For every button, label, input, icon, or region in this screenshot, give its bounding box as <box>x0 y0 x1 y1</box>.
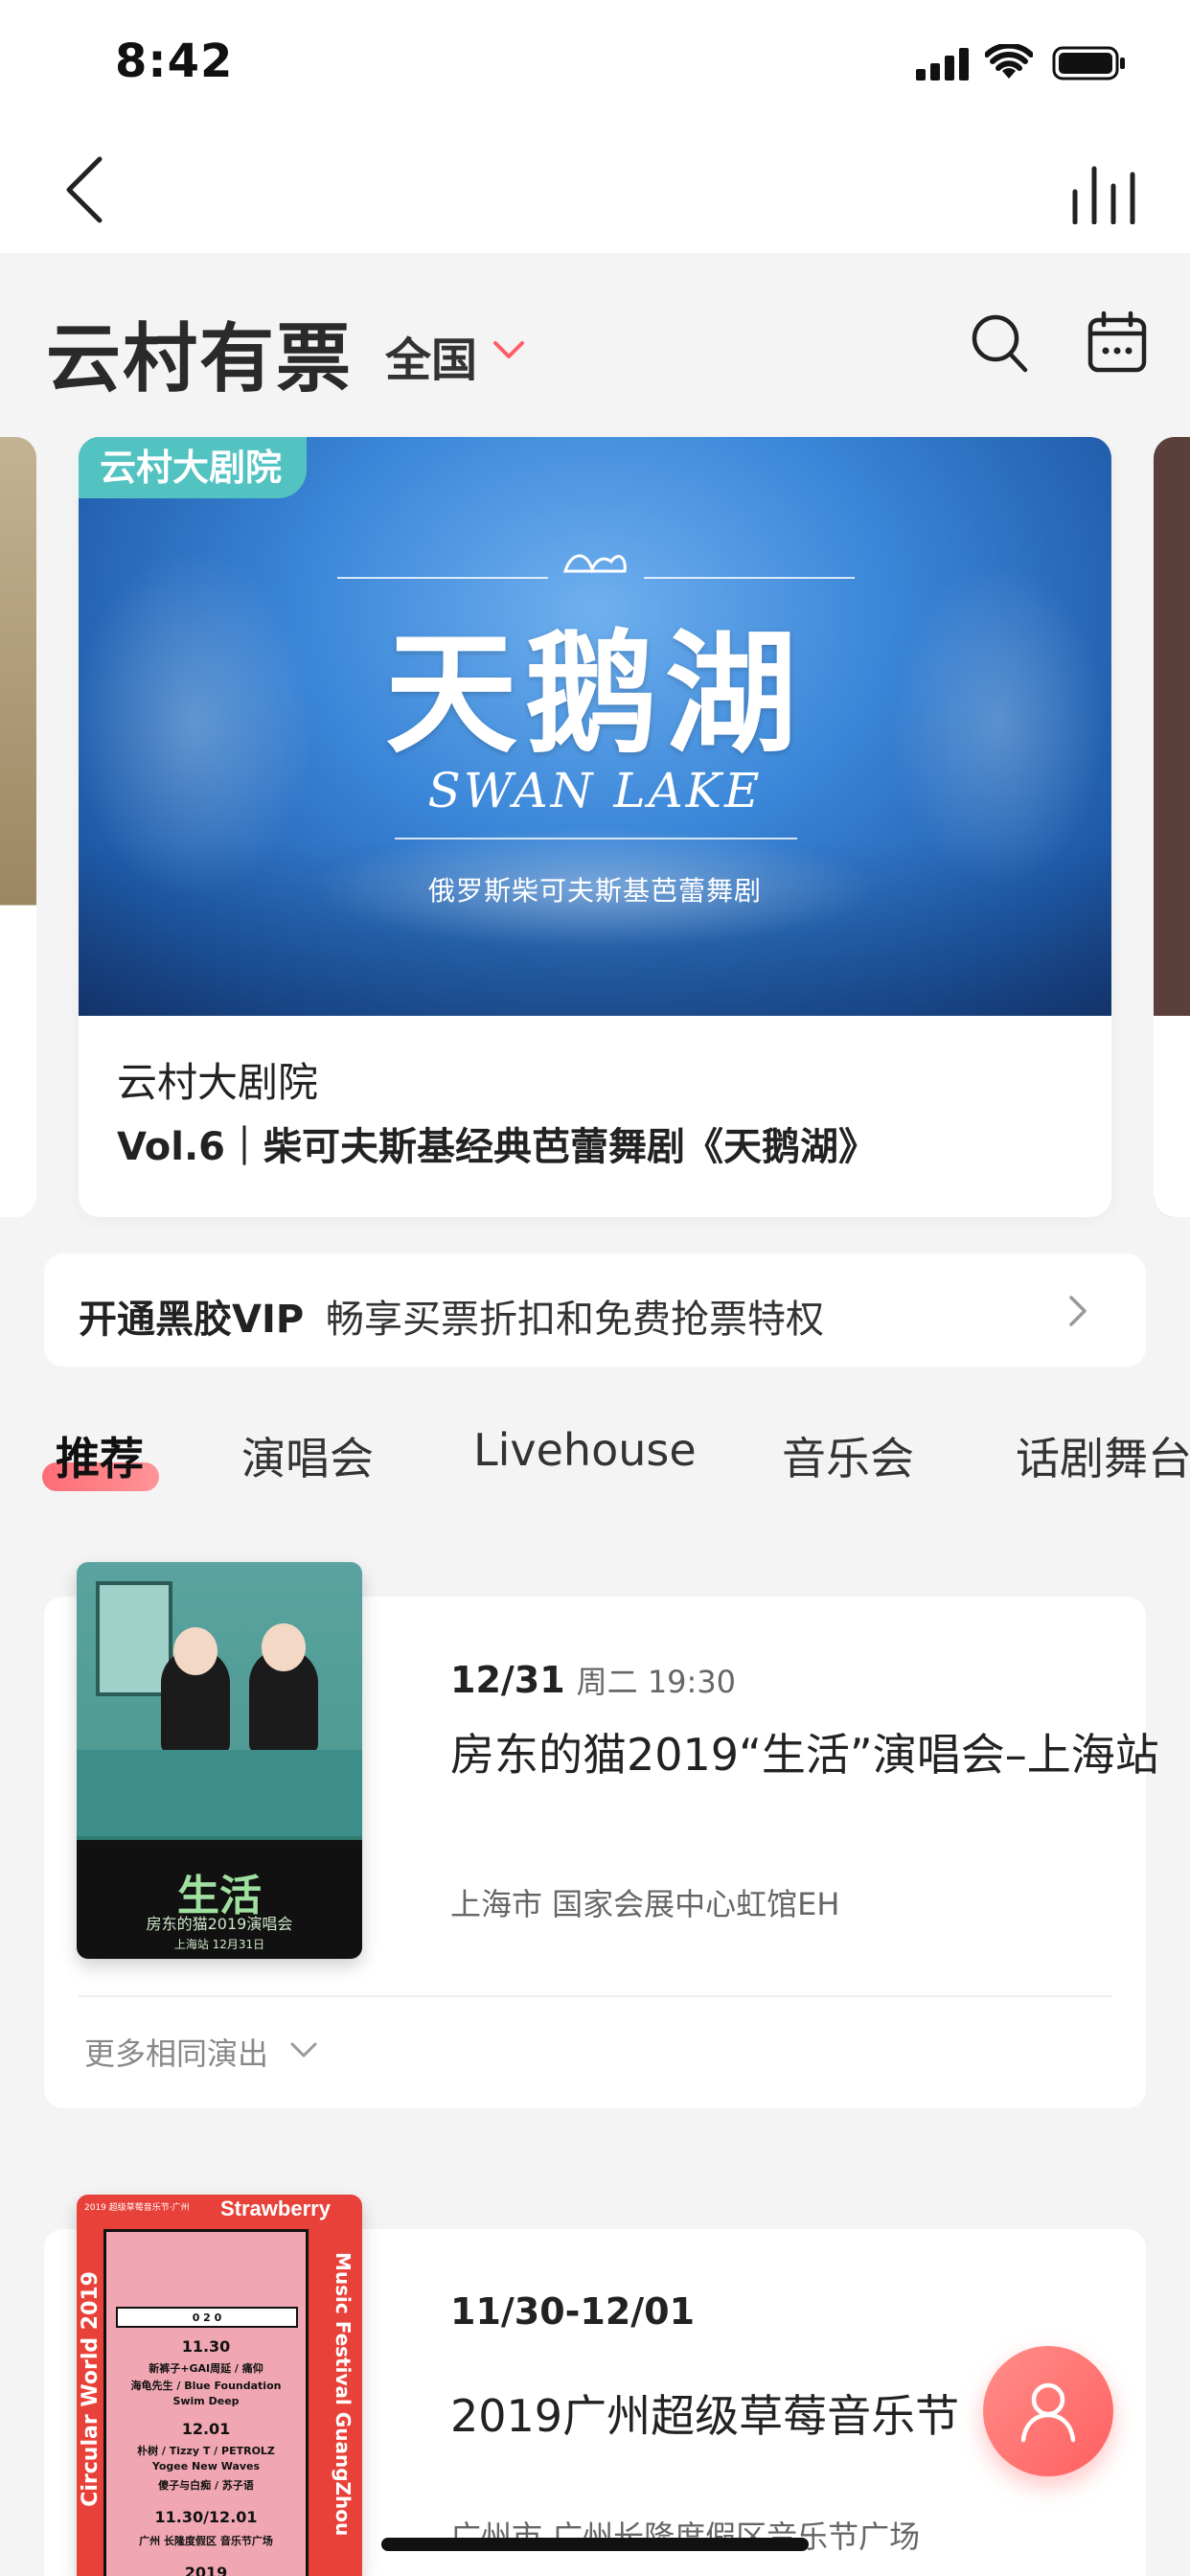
poster-face <box>262 1623 306 1671</box>
poster-brand: Strawberry <box>220 2196 331 2220</box>
banner-tag: 云村大剧院 <box>79 437 308 498</box>
vip-banner[interactable]: 开通黑胶VIP 畅享买票折扣和免费抢票特权 <box>44 1254 1146 1367</box>
banner-show-title: Vol.6｜柴可夫斯基经典芭蕾舞剧《天鹅湖》 <box>117 1125 877 1169</box>
poster-face <box>173 1627 217 1675</box>
wifi-icon <box>985 44 1033 79</box>
signal-icon <box>916 48 970 80</box>
home-indicator <box>381 2538 809 2551</box>
event-weekday: 周二 19:30 <box>576 1664 737 1700</box>
banner-title-en: SWAN LAKE <box>427 763 763 818</box>
banner-venue: 云村大剧院 <box>117 1059 319 1106</box>
chevron-down-icon[interactable] <box>289 2041 318 2060</box>
battery-icon <box>1052 46 1125 80</box>
event-date: 12/31 周二 19:30 <box>450 1658 736 1702</box>
banner-card[interactable]: 天鹅湖 SWAN LAKE 俄罗斯柴可夫斯基芭蕾舞剧 云村大剧院 云村大剧院 V… <box>79 437 1111 1217</box>
poster-panel: 0 2 0 11.30 新裤子+GAI周延 / 痛仰 海龟先生 / Blue F… <box>103 2229 309 2576</box>
poster-date: 12.01 <box>181 2420 231 2438</box>
event-poster[interactable]: 生活 房东的猫2019演唱会 上海站 12月31日 <box>77 1562 362 1959</box>
tab-theatre[interactable]: 话剧舞台 <box>1016 1424 1190 1487</box>
nav-bar <box>0 128 1190 253</box>
tab-classical[interactable]: 音乐会 <box>782 1424 914 1487</box>
poster-lineup: 海龟先生 / Blue Foundation <box>130 2380 282 2392</box>
poster-side-text: Music Festival GuangZhou <box>332 2252 355 2537</box>
event-date-value: 12/31 <box>450 1659 565 1701</box>
poster-city: 上海站 12月31日 <box>173 1938 265 1951</box>
user-fab-button[interactable] <box>983 2346 1113 2476</box>
poster-side-text: Circular World 2019 <box>79 2271 103 2507</box>
event-venue: 上海市 国家会展中心虹馆EH <box>450 1886 840 1922</box>
poster-lineup: 朴树 / Tizzy T / PETROLZ <box>137 2445 275 2457</box>
event-title: 房东的猫2019“生活”演唱会–上海站 <box>450 1729 1159 1781</box>
poster-date: 11.30 <box>181 2337 231 2356</box>
banner-ornament-left <box>337 577 548 579</box>
poster-lineup: Swim Deep <box>172 2395 240 2407</box>
back-icon[interactable] <box>57 153 115 226</box>
poster-date: 11.30/12.01 <box>154 2508 258 2526</box>
event-poster[interactable]: 2019 超级草莓音乐节·广州 Strawberry 0 2 0 11.30 新… <box>77 2195 362 2576</box>
poster-lineup: 傻子与白痴 / 苏子语 <box>158 2479 254 2492</box>
poster-dots-text: 0 2 0 <box>192 2312 222 2324</box>
poster-dots: 0 2 0 <box>116 2307 298 2328</box>
poster-table <box>77 1750 362 1836</box>
poster-year: 2019 <box>184 2564 228 2576</box>
banner-ornament-right <box>644 577 855 579</box>
banner-image[interactable]: 天鹅湖 SWAN LAKE 俄罗斯柴可夫斯基芭蕾舞剧 云村大剧院 <box>79 437 1111 1016</box>
swan-icon <box>562 554 627 574</box>
status-time: 8:42 <box>115 34 234 88</box>
banner-title: 天鹅湖 <box>384 615 805 771</box>
poster-lineup: 新裤子+GAI周延 / 痛仰 <box>149 2362 263 2375</box>
carousel-prev-card[interactable] <box>0 437 36 1217</box>
vip-title: 开通黑胶VIP <box>79 1298 305 1342</box>
vip-description: 畅享买票折扣和免费抢票特权 <box>326 1298 824 1342</box>
divider <box>79 1995 1111 1997</box>
tab-livehouse[interactable]: Livehouse <box>473 1424 697 1476</box>
chevron-right-icon <box>1069 1296 1087 1326</box>
user-icon <box>1020 2382 1076 2443</box>
page-title: 云村有票 <box>46 316 354 402</box>
chevron-down-icon[interactable] <box>492 339 525 360</box>
tab-concerts[interactable]: 演唱会 <box>241 1424 374 1487</box>
calendar-icon[interactable] <box>1087 310 1148 374</box>
banner-ornament-bottom <box>395 838 797 840</box>
music-bars-icon[interactable] <box>1071 159 1140 224</box>
region-selector[interactable]: 全国 <box>385 322 477 389</box>
category-tabs: 推荐 演唱会 Livehouse 音乐会 话剧舞台 <box>0 1413 1190 1508</box>
poster-location: 广州 长隆度假区 音乐节广场 <box>139 2535 273 2547</box>
banner-subtitle: 俄罗斯柴可夫斯基芭蕾舞剧 <box>427 875 762 907</box>
event-date: 11/30-12/01 <box>450 2290 696 2333</box>
carousel-next-card[interactable] <box>1154 437 1190 1217</box>
search-icon[interactable] <box>970 310 1029 374</box>
poster-lineup: Yogee New Waves <box>151 2460 261 2472</box>
poster-small-text: 2019 超级草莓音乐节·广州 <box>84 2203 190 2213</box>
tab-recommend[interactable]: 推荐 <box>56 1424 144 1487</box>
poster-subtitle: 房东的猫2019演唱会 <box>146 1915 293 1933</box>
more-shows-link[interactable]: 更多相同演出 <box>84 2030 268 2074</box>
